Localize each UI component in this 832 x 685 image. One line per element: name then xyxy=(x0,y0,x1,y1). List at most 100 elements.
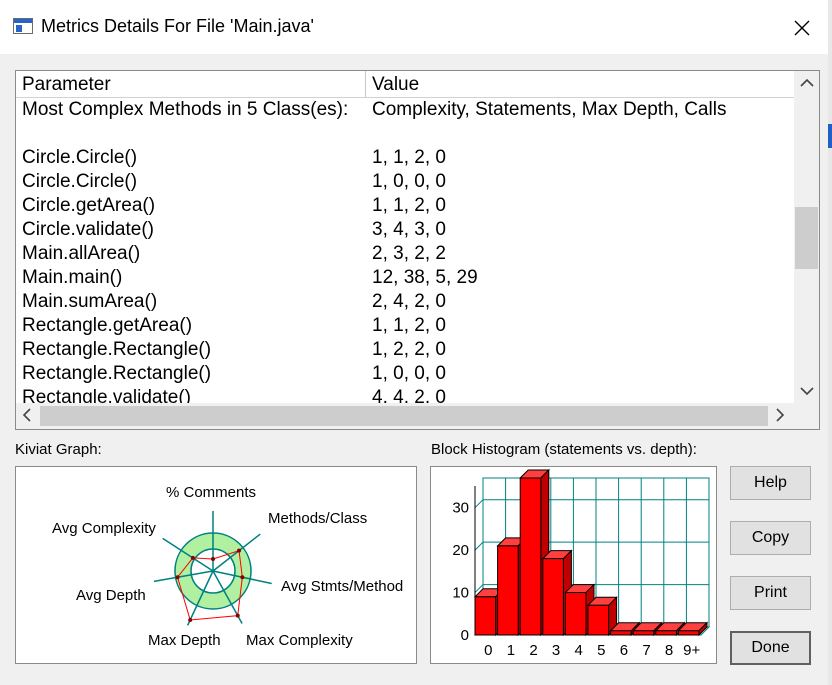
table-row[interactable]: Rectangle.Rectangle() 1, 0, 0, 0 xyxy=(16,363,794,387)
done-button[interactable]: Done xyxy=(730,631,811,665)
row-value: 2, 3, 2, 2 xyxy=(372,243,446,264)
table-row[interactable]: Main.main() 12, 38, 5, 29 xyxy=(16,267,794,291)
row-parameter: Main.main() xyxy=(22,267,123,288)
row-parameter: Circle.Circle() xyxy=(22,147,138,168)
row-parameter: Circle.validate() xyxy=(22,219,154,240)
histogram-y-tick-label: 0 xyxy=(461,627,469,644)
title-bar: Metrics Details For File 'Main.java' xyxy=(0,0,832,54)
vertical-scrollbar[interactable] xyxy=(794,71,819,403)
kiviat-graph: % Comments Methods/Class Avg Stmts/Method M… xyxy=(52,484,403,649)
row-parameter: Main.allArea() xyxy=(22,243,141,264)
row-value: 1, 1, 2, 0 xyxy=(372,315,446,336)
row-value: 1, 0, 0, 0 xyxy=(372,171,446,192)
histogram-bar xyxy=(655,630,677,636)
scroll-up-icon[interactable] xyxy=(800,75,814,93)
histogram-bar xyxy=(610,630,632,636)
column-header-parameter[interactable]: Parameter xyxy=(22,74,111,96)
kiviat-axis-label: % Comments xyxy=(166,484,256,501)
table-row[interactable]: Circle.Circle() 1, 1, 2, 0 xyxy=(16,147,794,171)
histogram-x-tick-label: 9+ xyxy=(683,642,700,659)
histogram-x-tick-label: 0 xyxy=(484,642,492,659)
row-parameter: Rectangle.Rectangle() xyxy=(22,339,212,360)
histogram-x-tick-label: 2 xyxy=(529,642,537,659)
table-row[interactable]: Main.allArea() 2, 3, 2, 2 xyxy=(16,243,794,267)
row-value: 12, 38, 5, 29 xyxy=(372,267,478,288)
histogram-x-tick-label: 4 xyxy=(575,642,583,659)
row-value: 1, 1, 2, 0 xyxy=(372,195,446,216)
row-value: 2, 4, 2, 0 xyxy=(372,291,446,312)
kiviat-axis-label: Methods/Class xyxy=(268,510,367,527)
row-parameter: Circle.Circle() xyxy=(22,171,138,192)
metrics-list[interactable]: Parameter Value Most Complex Methods in … xyxy=(15,70,820,430)
horizontal-scrollbar[interactable] xyxy=(16,403,794,429)
row-parameter: Most Complex Methods in 5 Class(es): xyxy=(22,99,349,120)
kiviat-point xyxy=(235,613,240,618)
row-parameter: Main.sumArea() xyxy=(22,291,158,312)
kiviat-axis-label: Avg Depth xyxy=(76,587,146,604)
table-row[interactable]: Circle.getArea() 1, 1, 2, 0 xyxy=(16,195,794,219)
histogram-bar xyxy=(587,604,610,636)
scroll-right-icon[interactable] xyxy=(775,408,785,427)
row-parameter: Rectangle.Rectangle() xyxy=(22,363,212,384)
kiviat-point xyxy=(175,575,180,580)
kiviat-point xyxy=(237,548,242,553)
kiviat-axis-label: Max Depth xyxy=(148,632,221,649)
row-value: 3, 4, 3, 0 xyxy=(372,219,446,240)
histogram-bar xyxy=(564,592,587,636)
close-button[interactable] xyxy=(784,12,820,44)
histogram-x-tick-label: 8 xyxy=(665,642,673,659)
block-histogram: 01020300 1 2 3 4 5 6 7 8 9+ xyxy=(452,468,711,659)
kiviat-point xyxy=(190,555,195,560)
vertical-scroll-thumb[interactable] xyxy=(795,207,818,269)
copy-button[interactable]: Copy xyxy=(730,521,811,555)
row-value: 1, 0, 0, 0 xyxy=(372,363,446,384)
list-header: Parameter Value xyxy=(16,71,794,98)
histogram-grid-diag xyxy=(474,541,484,551)
histogram-x-tick-label: 7 xyxy=(642,642,650,659)
table-row[interactable]: Most Complex Methods in 5 Class(es): Comp… xyxy=(16,99,794,123)
histogram-panel: 0 10 20 30 0 1 2 3 4 5 6 7 8 9+ xyxy=(430,466,717,664)
histogram-bar xyxy=(542,558,564,636)
kiviat-point xyxy=(211,557,215,561)
table-row[interactable] xyxy=(16,123,794,147)
histogram-bar xyxy=(632,630,655,636)
kiviat-panel: % Comments Methods/Class Avg Stmts/Method M… xyxy=(15,466,417,664)
scroll-down-icon[interactable] xyxy=(800,383,814,401)
column-header-value[interactable]: Value xyxy=(372,74,419,96)
kiviat-point xyxy=(240,575,245,580)
scrollbar-corner xyxy=(794,403,819,429)
histogram-y-tick-label: 20 xyxy=(452,542,469,559)
row-parameter: Rectangle.getArea() xyxy=(22,315,193,336)
kiviat-point xyxy=(188,617,193,622)
print-button[interactable]: Print xyxy=(730,576,811,610)
table-row[interactable]: Rectangle.Rectangle() 1, 2, 2, 0 xyxy=(16,339,794,363)
histogram-bar xyxy=(474,596,497,636)
histogram-bar xyxy=(497,545,519,636)
histogram-x-tick-label: 3 xyxy=(552,642,560,659)
help-button[interactable]: Help xyxy=(730,466,811,500)
horizontal-scroll-thumb[interactable] xyxy=(40,406,768,426)
histogram-bar xyxy=(519,477,542,636)
scroll-left-icon[interactable] xyxy=(22,408,32,427)
histogram-x-tick-label: 5 xyxy=(597,642,605,659)
table-row[interactable]: Main.sumArea() 2, 4, 2, 0 xyxy=(16,291,794,315)
histogram-y-tick-label: 30 xyxy=(452,500,469,517)
histogram-x-tick-label: 1 xyxy=(507,642,515,659)
window-title: Metrics Details For File 'Main.java' xyxy=(41,16,314,36)
table-row[interactable]: Circle.Circle() 1, 0, 0, 0 xyxy=(16,171,794,195)
histogram-x-tick-label: 6 xyxy=(620,642,628,659)
row-value: 1, 1, 2, 0 xyxy=(372,147,446,168)
histogram-label: Block Histogram (statements vs. depth): xyxy=(431,441,697,458)
kiviat-axis-label: Avg Stmts/Method xyxy=(281,578,403,595)
histogram-bar xyxy=(677,630,700,636)
kiviat-axis-label: Max Complexity xyxy=(246,632,353,649)
table-row[interactable]: Rectangle.getArea() 1, 1, 2, 0 xyxy=(16,315,794,339)
table-row[interactable]: Circle.validate() 3, 4, 3, 0 xyxy=(16,219,794,243)
row-parameter: Circle.getArea() xyxy=(22,195,156,216)
histogram-grid-diag xyxy=(474,499,484,509)
background-window-edge xyxy=(828,0,832,685)
kiviat-label: Kiviat Graph: xyxy=(15,441,102,458)
app-icon xyxy=(13,18,33,34)
row-value: 1, 2, 2, 0 xyxy=(372,339,446,360)
close-icon xyxy=(794,20,810,36)
